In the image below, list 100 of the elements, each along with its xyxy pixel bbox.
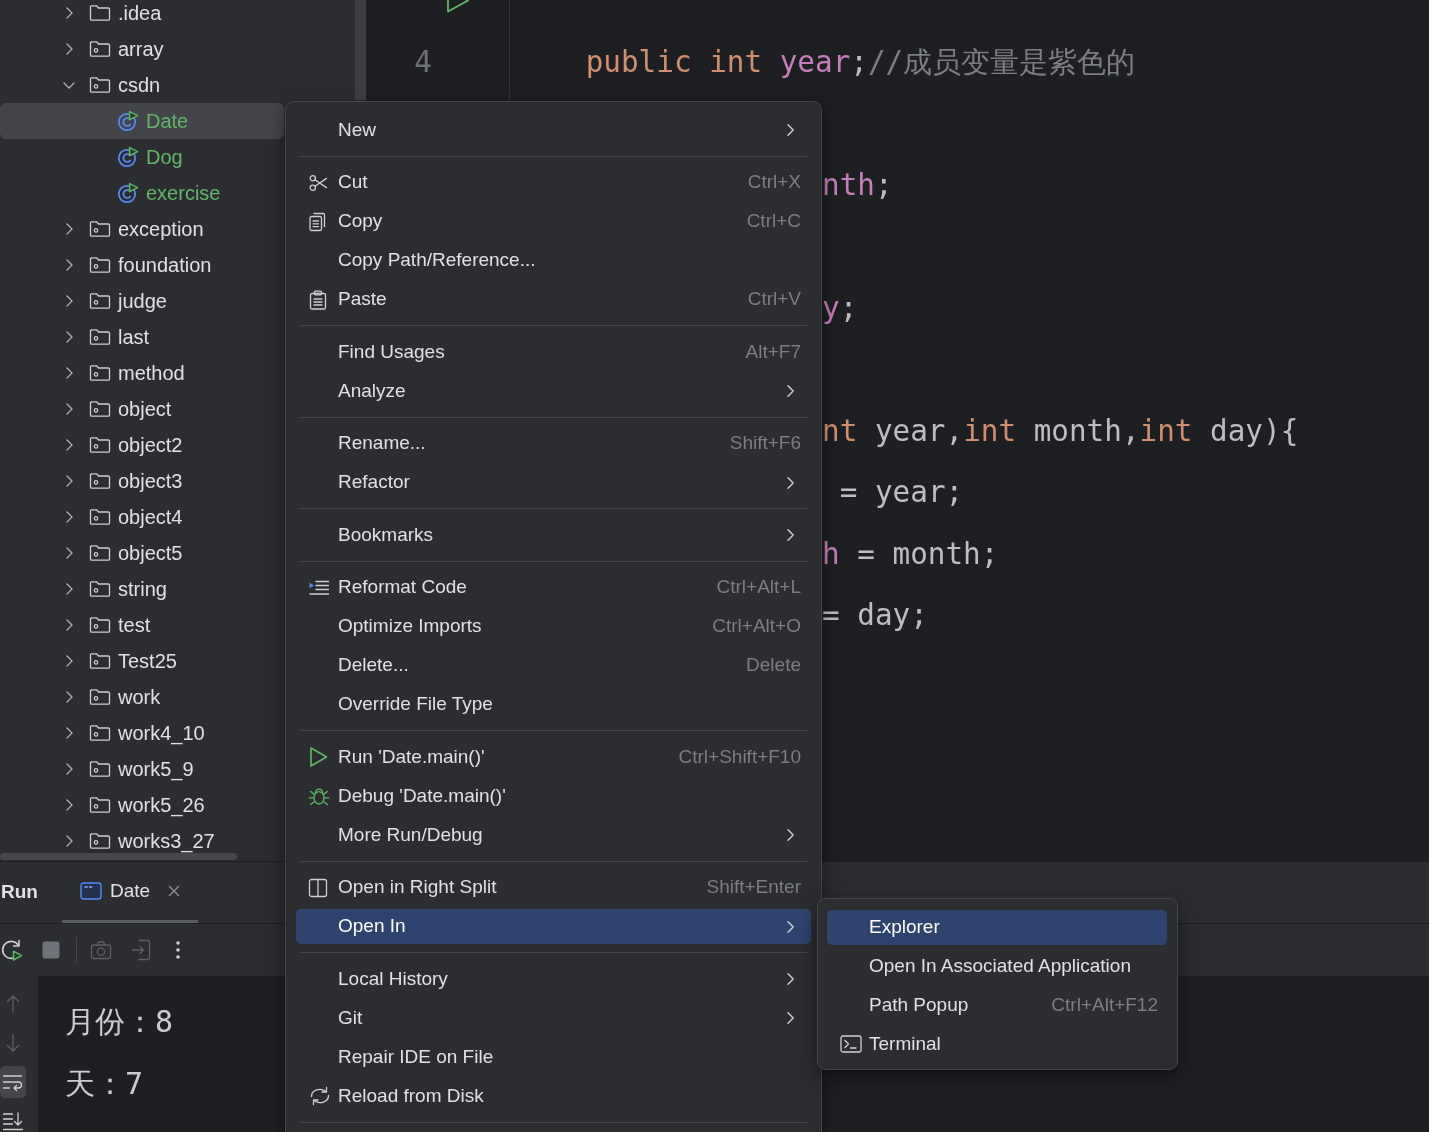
chevron-down-icon[interactable] bbox=[62, 80, 76, 90]
chevron-right-icon[interactable] bbox=[64, 222, 74, 236]
tab[interactable]: Date bbox=[61, 862, 199, 923]
chevron-right-icon[interactable] bbox=[64, 366, 74, 380]
menu-item[interactable]: Refactor bbox=[296, 465, 811, 500]
chevron-right-icon[interactable] bbox=[64, 654, 74, 668]
soft-wrap-icon[interactable] bbox=[0, 1065, 26, 1098]
menu-item[interactable]: Terminal bbox=[827, 1026, 1167, 1062]
chevron-right-icon[interactable] bbox=[64, 402, 74, 416]
tree-item[interactable]: last bbox=[0, 319, 284, 355]
chevron-right-icon[interactable] bbox=[64, 833, 74, 848]
tree-item[interactable]: object5 bbox=[0, 535, 284, 571]
tree-item[interactable]: method bbox=[0, 355, 284, 391]
menu-item[interactable]: Git bbox=[296, 1000, 811, 1036]
chevron-right-icon[interactable] bbox=[64, 762, 74, 776]
panel-title: Run bbox=[0, 880, 38, 905]
tree-item[interactable]: foundation bbox=[0, 247, 284, 283]
menu-item[interactable]: Local History bbox=[296, 961, 811, 997]
indent-lines-icon bbox=[308, 578, 330, 597]
menu-item[interactable]: Reload from Disk bbox=[296, 1078, 811, 1114]
menu-item[interactable]: Path Popup Ctrl+Alt+F12 bbox=[827, 987, 1167, 1023]
tree-item[interactable]: work5_26 bbox=[0, 787, 284, 823]
menu-item[interactable]: Open in Right Split Shift+Enter bbox=[296, 870, 811, 905]
class-icon bbox=[117, 110, 139, 132]
chevron-right-icon[interactable] bbox=[64, 726, 74, 740]
tree-item[interactable]: Dog bbox=[0, 139, 284, 175]
rerun-icon[interactable] bbox=[0, 938, 24, 962]
tree-item[interactable]: array bbox=[0, 31, 284, 67]
folder-icon bbox=[89, 256, 111, 274]
tree-item[interactable]: work5_9 bbox=[0, 751, 284, 787]
play-icon[interactable] bbox=[445, 0, 471, 13]
shortcut-label: Delete bbox=[746, 653, 801, 678]
menu-item[interactable]: Optimize Imports Ctrl+Alt+O bbox=[296, 609, 811, 644]
folder-icon bbox=[89, 328, 111, 346]
folder-icon bbox=[89, 688, 111, 706]
menu-item[interactable]: Explorer bbox=[827, 909, 1167, 945]
menu-item[interactable]: Open In Associated Application bbox=[827, 948, 1167, 984]
scroll-to-end-icon[interactable] bbox=[2, 1110, 24, 1131]
menu-item[interactable]: Copy Path/Reference... bbox=[296, 243, 811, 278]
folder-icon bbox=[89, 831, 111, 850]
tree-item[interactable]: work bbox=[0, 679, 284, 715]
menu-item[interactable]: Cut Ctrl+X bbox=[296, 165, 811, 200]
tree-item[interactable]: Test25 bbox=[0, 643, 284, 679]
tree-item[interactable]: object bbox=[0, 391, 284, 427]
close-icon[interactable] bbox=[168, 885, 181, 897]
menu-item[interactable]: Bookmarks bbox=[296, 517, 811, 553]
scissors-icon bbox=[308, 172, 328, 193]
chevron-right-icon[interactable] bbox=[64, 546, 74, 560]
more-icon[interactable] bbox=[175, 940, 181, 960]
scrollbar-thumb[interactable] bbox=[0, 853, 237, 860]
tree-item[interactable]: exception bbox=[0, 211, 284, 247]
console-line: 天：7 bbox=[65, 1065, 144, 1103]
menu-item[interactable]: Analyze bbox=[296, 373, 811, 409]
tree-item[interactable]: judge bbox=[0, 283, 284, 319]
menu-item[interactable]: Debug 'Date.main()' bbox=[296, 778, 811, 814]
copy-icon bbox=[308, 211, 328, 232]
chevron-right-icon[interactable] bbox=[64, 582, 74, 596]
menu-item[interactable]: Delete... Delete bbox=[296, 648, 811, 683]
tree-item[interactable]: string bbox=[0, 571, 284, 607]
chevron-right-icon[interactable] bbox=[64, 438, 74, 452]
tree-item[interactable]: object4 bbox=[0, 499, 284, 535]
chevron-right-icon[interactable] bbox=[64, 510, 74, 524]
line-number: 4 bbox=[413, 44, 432, 79]
tree-item[interactable]: test bbox=[0, 607, 284, 643]
menu-item[interactable]: Copy Ctrl+C bbox=[296, 204, 811, 239]
tree-item[interactable]: object2 bbox=[0, 427, 284, 463]
menu-item[interactable]: Paste Ctrl+V bbox=[296, 282, 811, 317]
terminal-icon bbox=[840, 1035, 862, 1053]
tree-item[interactable]: exercise bbox=[0, 175, 284, 211]
tree-item[interactable]: object3 bbox=[0, 463, 284, 499]
chevron-right-icon[interactable] bbox=[64, 6, 74, 20]
menu-item[interactable]: Rename... Shift+F6 bbox=[296, 426, 811, 461]
menu-item[interactable]: Repair IDE on File bbox=[296, 1039, 811, 1075]
chevron-right-icon[interactable] bbox=[64, 474, 74, 488]
chevron-right-icon[interactable] bbox=[64, 798, 74, 812]
menu-item[interactable]: Run 'Date.main()' Ctrl+Shift+F10 bbox=[296, 739, 811, 775]
chevron-right-icon[interactable] bbox=[64, 330, 74, 344]
folder-icon bbox=[89, 472, 111, 490]
shortcut-label: Ctrl+Alt+F12 bbox=[1051, 992, 1158, 1017]
chevron-right-icon[interactable] bbox=[64, 618, 74, 632]
menu-item[interactable]: More Run/Debug bbox=[296, 817, 811, 853]
tree-item[interactable]: work4_10 bbox=[0, 715, 284, 751]
folder-icon bbox=[89, 760, 111, 778]
menu-item[interactable]: Open In bbox=[296, 909, 811, 944]
window-icon bbox=[79, 882, 102, 900]
menu-item[interactable]: Override File Type bbox=[296, 687, 811, 722]
chevron-right-icon[interactable] bbox=[64, 42, 74, 56]
tree-item[interactable]: Date bbox=[0, 103, 284, 139]
scrollbar-thumb[interactable] bbox=[355, 0, 366, 100]
chevron-right-icon[interactable] bbox=[64, 258, 74, 272]
menu-item[interactable]: New bbox=[296, 112, 811, 148]
tree-item[interactable]: .idea bbox=[0, 0, 284, 31]
shortcut-label: Alt+F7 bbox=[745, 339, 801, 364]
shortcut-label: Ctrl+Alt+L bbox=[716, 575, 801, 600]
chevron-right-icon[interactable] bbox=[64, 690, 74, 704]
chevron-right-icon[interactable] bbox=[64, 294, 74, 308]
menu-item[interactable]: Find Usages Alt+F7 bbox=[296, 334, 811, 370]
tree-item[interactable]: csdn bbox=[0, 67, 284, 103]
code-line: y; bbox=[822, 290, 858, 325]
menu-item[interactable]: Reformat Code Ctrl+Alt+L bbox=[296, 570, 811, 605]
